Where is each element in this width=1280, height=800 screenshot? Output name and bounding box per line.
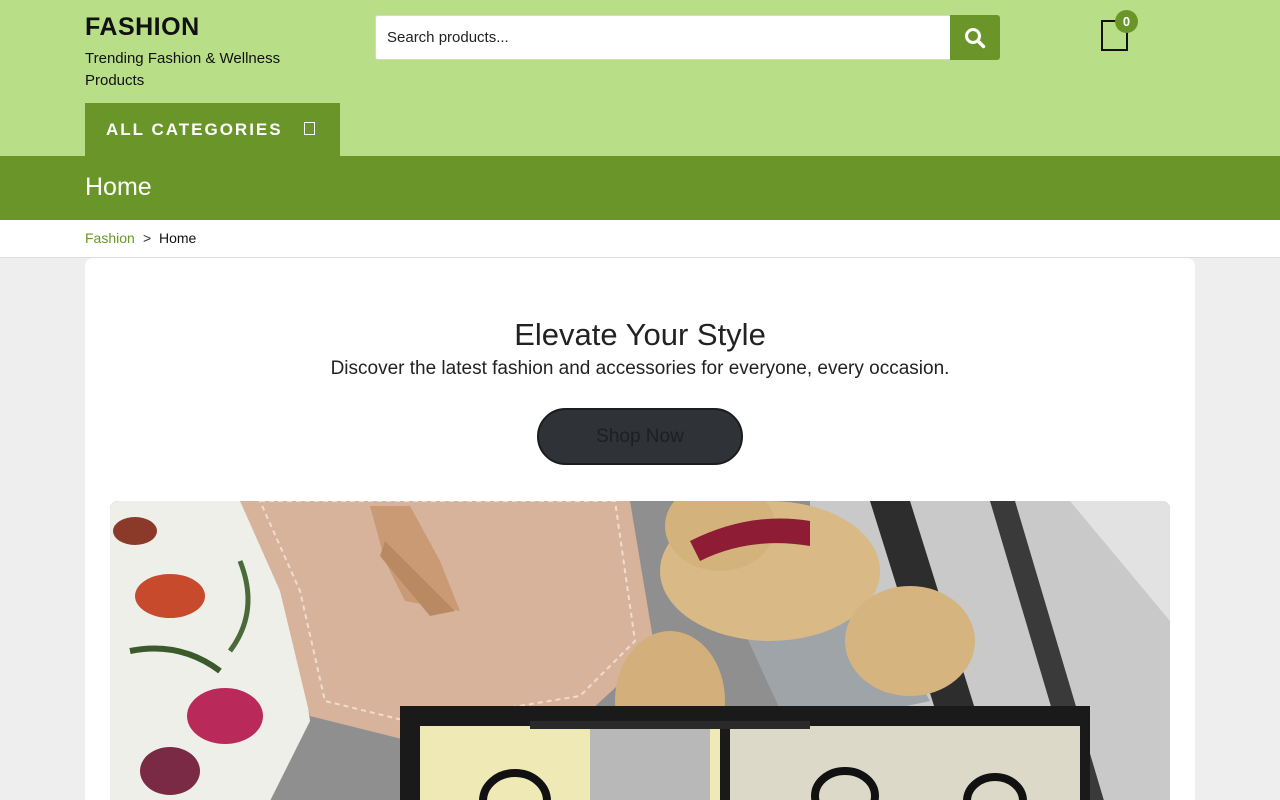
breadcrumb-home-link[interactable]: Fashion (85, 230, 135, 246)
page-title-bar: Home (0, 156, 1280, 220)
search-form (375, 15, 1000, 60)
search-button[interactable] (950, 15, 1000, 60)
site-header: FASHION Trending Fashion & Wellness Prod… (0, 0, 1280, 156)
breadcrumb-separator: > (143, 230, 152, 246)
menu-icon (304, 122, 315, 135)
breadcrumb: Fashion > Home (0, 220, 1280, 258)
search-icon (965, 27, 986, 48)
site-tagline: Trending Fashion & Wellness Products (85, 50, 281, 89)
all-categories-label: ALL CATEGORIES (106, 119, 283, 139)
hero-photo-illustration (110, 501, 1170, 800)
shop-now-button[interactable]: Shop Now (537, 408, 743, 465)
hero-image (110, 501, 1170, 800)
cart-button[interactable]: 0 (1098, 10, 1143, 55)
hero-subtitle: Discover the latest fashion and accessor… (330, 358, 950, 379)
all-categories-button[interactable]: ALL CATEGORIES (85, 103, 340, 156)
search-input[interactable] (375, 15, 950, 60)
hero-title: Elevate Your Style (514, 317, 766, 352)
hero-card: Elevate Your Style Discover the latest f… (85, 258, 1195, 800)
page-title: Home (85, 173, 152, 201)
cart-count-badge: 0 (1115, 10, 1138, 33)
site-title[interactable]: FASHION (85, 13, 200, 42)
breadcrumb-current: Home (159, 230, 197, 246)
